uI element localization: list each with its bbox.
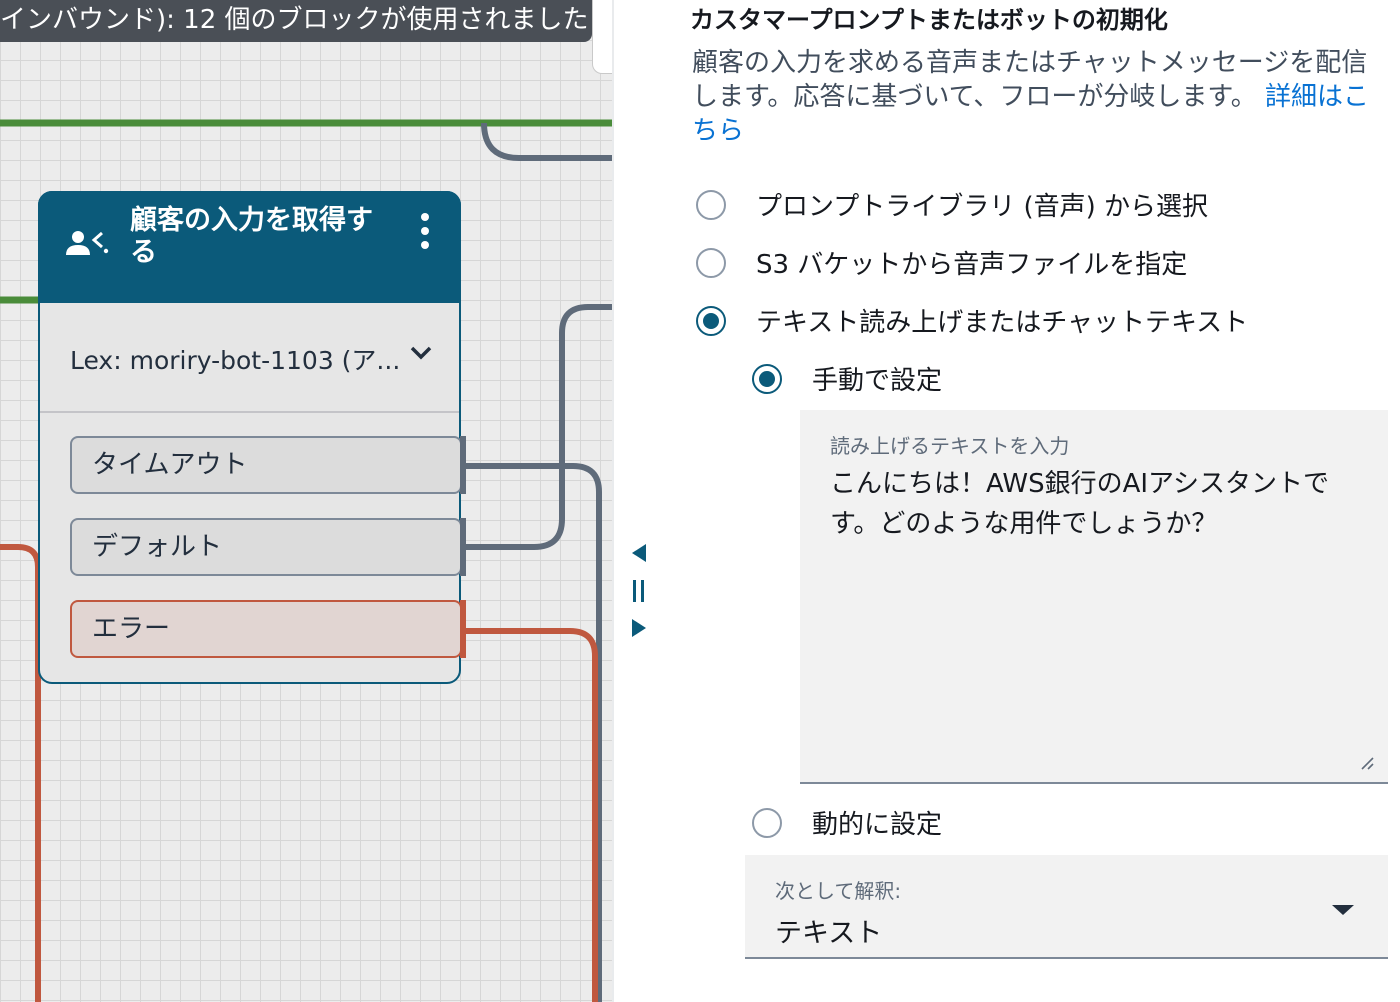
radio-set-dynamically[interactable]: 動的に設定 [752, 804, 942, 841]
branch-timeout-handle[interactable] [460, 436, 466, 494]
flow-canvas[interactable]: インバウンド): 12 個のブロックが使用されました 顧客の入力を取得する Le… [0, 0, 612, 1002]
branch-default[interactable]: デフォルト [70, 518, 462, 576]
radio-set-manually[interactable]: 手動で設定 [752, 360, 942, 397]
radio-label: テキスト読み上げまたはチャットテキスト [756, 308, 1249, 338]
radio-label: S3 バケットから音声ファイルを指定 [756, 250, 1188, 280]
connector-error-left [0, 544, 41, 1002]
interpret-as-select[interactable]: 次として解釈: テキスト [745, 855, 1388, 959]
text-input-value[interactable]: こんにちは！AWS銀行のAIアシスタントです。どのような用件でしょうか？ [830, 464, 1350, 544]
branch-error-label: エラー [92, 614, 171, 644]
block-title: 顧客の入力を取得する [130, 205, 373, 268]
get-customer-input-icon [66, 231, 109, 255]
collapse-right-icon [632, 619, 646, 637]
radio-label: 動的に設定 [812, 810, 943, 840]
caret-down-icon[interactable] [1331, 903, 1355, 917]
radio-label: 手動で設定 [812, 366, 943, 396]
radio-button-selected[interactable] [696, 305, 726, 336]
interpret-as-value: テキスト [775, 918, 883, 949]
radio-button[interactable] [696, 189, 726, 220]
tts-text-input[interactable]: 読み上げるテキストを入力 こんにちは！AWS銀行のAIアシスタントです。どのよう… [800, 410, 1388, 784]
connector-upper-gray [481, 122, 612, 161]
canvas-tab-edge [592, 0, 612, 74]
block-menu-icon[interactable] [418, 213, 432, 257]
branch-default-handle[interactable] [460, 518, 466, 576]
radio-button[interactable] [752, 807, 782, 838]
block-header[interactable]: 顧客の入力を取得する [38, 191, 461, 303]
chevron-down-icon[interactable] [410, 345, 432, 361]
banner-text: インバウンド): 12 個のブロックが使用されました [0, 5, 589, 35]
get-customer-input-block[interactable]: 顧客の入力を取得する Lex: moriry-bot-1103 (ア... タイ… [38, 191, 466, 684]
radio-label: プロンプトライブラリ (音声) から選択 [756, 192, 1209, 222]
radio-s3-bucket[interactable]: S3 バケットから音声ファイルを指定 [696, 244, 1187, 281]
branch-error[interactable]: エラー [70, 600, 462, 658]
branch-default-label: デフォルト [92, 532, 223, 562]
connector-error [462, 628, 598, 1002]
radio-text-to-speech[interactable]: テキスト読み上げまたはチャットテキスト [696, 302, 1248, 339]
resize-grip-icon[interactable] [1360, 756, 1374, 770]
radio-prompt-library[interactable]: プロンプトライブラリ (音声) から選択 [696, 186, 1208, 223]
drag-handle-icon [633, 580, 636, 602]
interpret-as-label: 次として解釈: [775, 879, 902, 903]
connector-default [462, 304, 612, 550]
text-input-label: 読み上げるテキストを入力 [830, 434, 1070, 458]
properties-panel: カスタマープロンプトまたはボットの初期化 顧客の入力を求める音声またはチャットメ… [690, 0, 1390, 1002]
branch-timeout[interactable]: タイムアウト [70, 436, 462, 494]
collapse-left-icon [632, 544, 646, 562]
lex-bot-label: Lex: moriry-bot-1103 (ア... [70, 346, 401, 375]
branch-timeout-label: タイムアウト [92, 450, 248, 480]
panel-splitter[interactable] [612, 0, 614, 1002]
flow-status-banner: インバウンド): 12 個のブロックが使用されました [0, 0, 592, 42]
section-description: 顧客の入力を求める音声またはチャットメッセージを配信します。応答に基づいて、フロ… [692, 46, 1372, 148]
lex-bot-selector[interactable]: Lex: moriry-bot-1103 (ア... [40, 305, 459, 413]
radio-button-selected[interactable] [752, 363, 782, 394]
radio-button[interactable] [696, 247, 726, 278]
panel-collapse-control[interactable] [630, 542, 650, 642]
section-heading: カスタマープロンプトまたはボットの初期化 [690, 6, 1168, 34]
branch-error-handle[interactable] [460, 600, 466, 658]
